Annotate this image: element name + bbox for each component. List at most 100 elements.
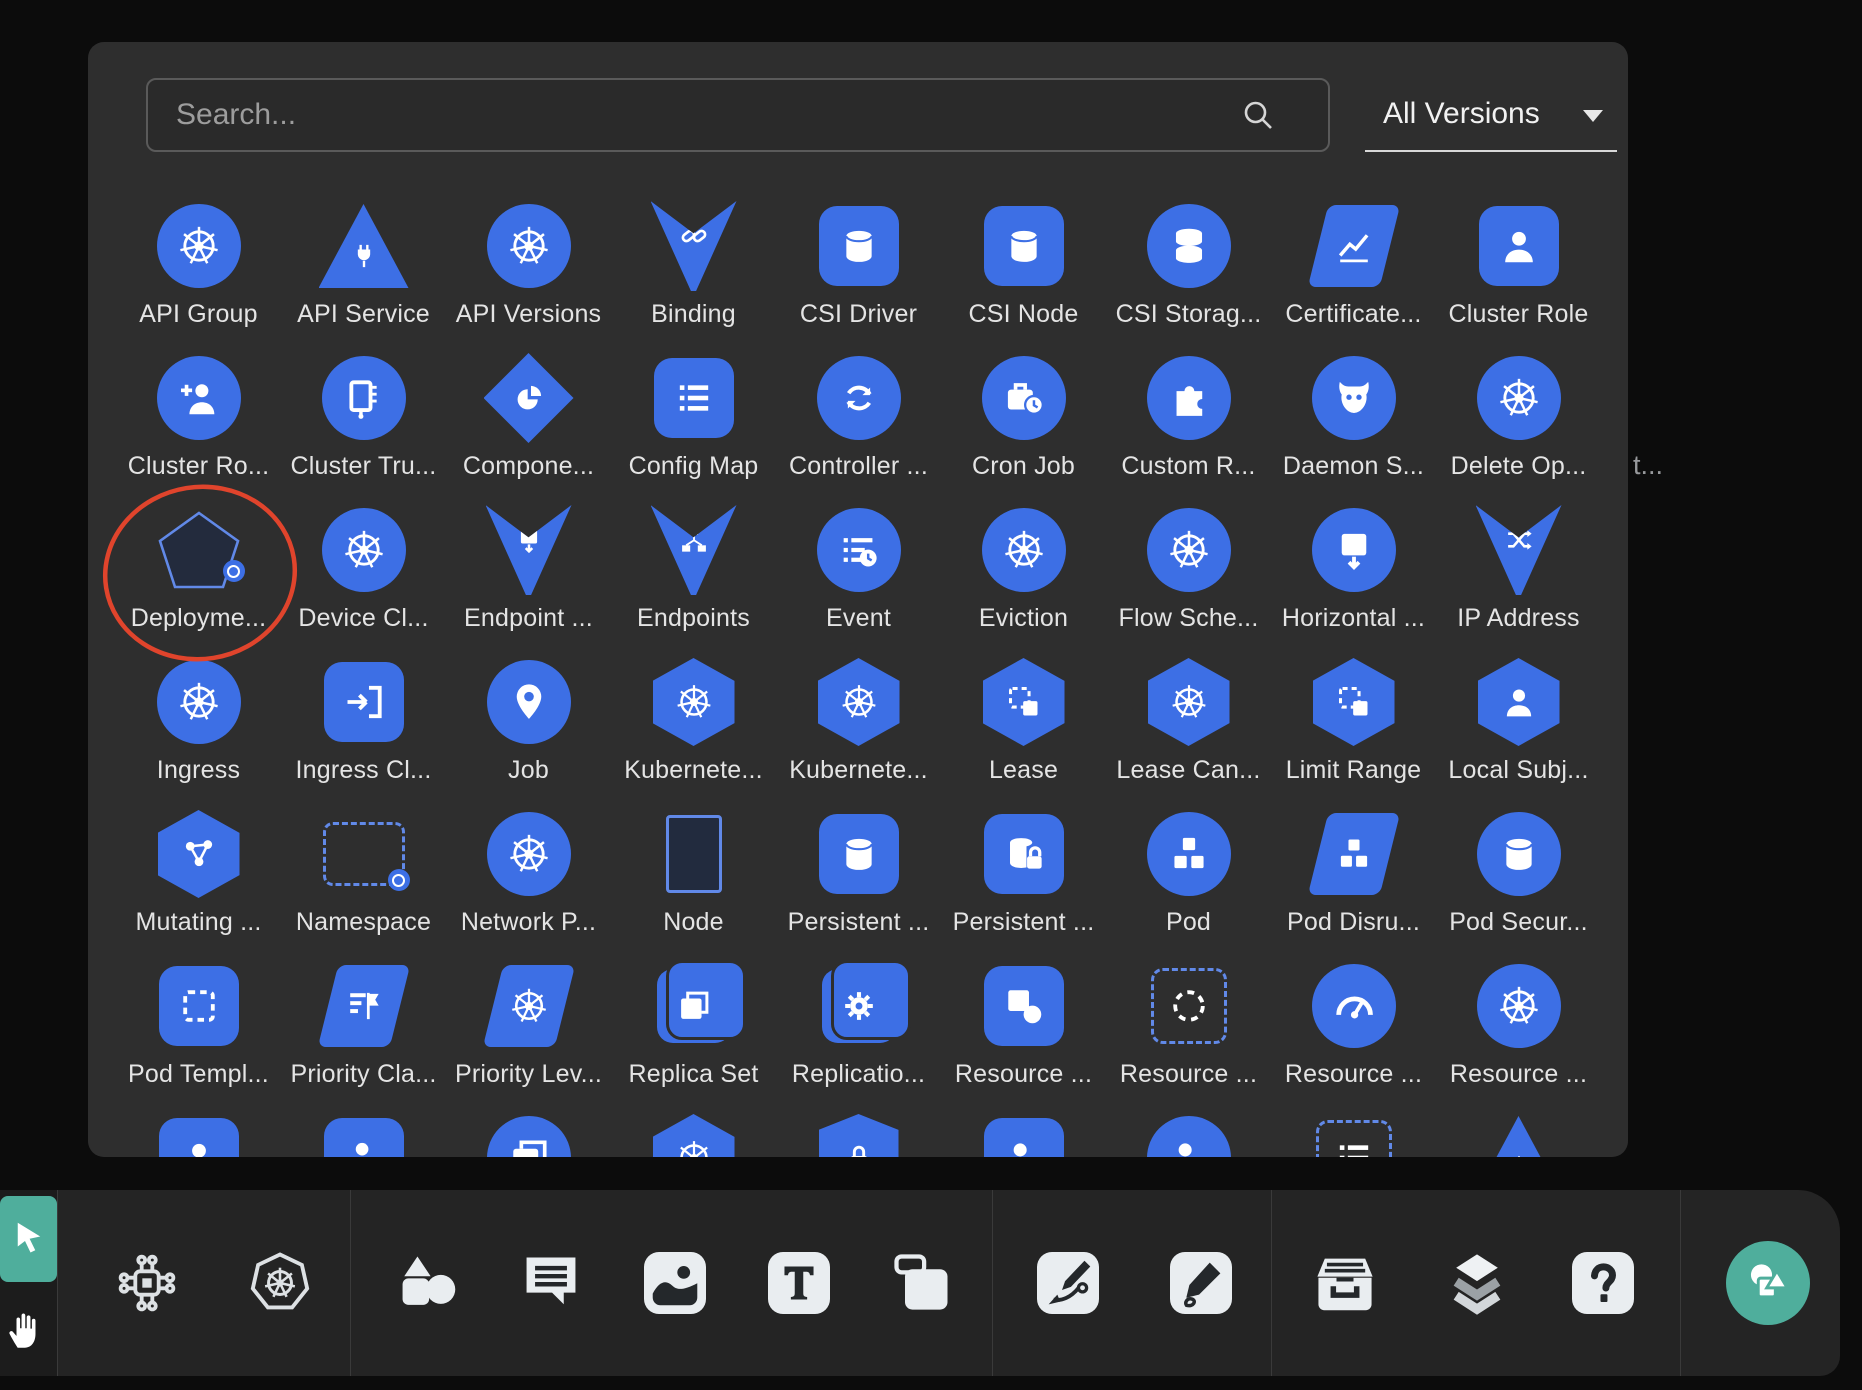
item-iconbox [446, 960, 611, 1052]
library-item[interactable]: Resource ... [941, 960, 1106, 1112]
library-item[interactable]: Cluster Role [1436, 200, 1601, 352]
library-item[interactable]: Job [446, 656, 611, 808]
item-iconbox [776, 504, 941, 596]
library-item[interactable]: Device Cl... [281, 504, 446, 656]
shapes-tool[interactable] [393, 1249, 461, 1317]
item-iconbox [446, 504, 611, 596]
library-item[interactable]: API Service [281, 200, 446, 352]
library-item[interactable]: Resource ... [1436, 960, 1601, 1112]
item-label: Eviction [979, 604, 1068, 633]
library-item[interactable]: Pod Templ... [116, 960, 281, 1112]
library-item[interactable]: Endpoints [611, 504, 776, 656]
library-item[interactable]: Cluster Tru... [281, 352, 446, 504]
library-item[interactable] [116, 1112, 281, 1157]
comment-tool[interactable] [517, 1249, 585, 1317]
library-item[interactable]: Cluster Ro... [116, 352, 281, 504]
library-item[interactable] [1436, 1112, 1601, 1157]
item-label: Mutating ... [135, 908, 261, 937]
library-item[interactable]: Lease [941, 656, 1106, 808]
library-item[interactable] [611, 1112, 776, 1157]
library-item[interactable]: API Group [116, 200, 281, 352]
library-item[interactable]: Ingress [116, 656, 281, 808]
library-item[interactable]: Replicatio... [776, 960, 941, 1112]
lock-icon [819, 1114, 899, 1157]
library-item[interactable]: Replica Set [611, 960, 776, 1112]
library-item[interactable] [281, 1112, 446, 1157]
library-item[interactable] [776, 1112, 941, 1157]
kubernetes-library-tool[interactable] [246, 1249, 314, 1317]
library-item[interactable]: CSI Driver [776, 200, 941, 352]
item-label: CSI Node [969, 300, 1079, 329]
library-item[interactable]: Lease Can... [1106, 656, 1271, 808]
library-item[interactable]: Deployme... [116, 504, 281, 656]
item-iconbox [281, 960, 446, 1052]
library-item[interactable]: Ingress Cl... [281, 656, 446, 808]
library-item[interactable]: Flow Sche... [1106, 504, 1271, 656]
search-input[interactable] [148, 80, 1240, 150]
pods-icon [1307, 813, 1399, 895]
library-item[interactable]: Binding [611, 200, 776, 352]
library-item[interactable]: Persistent ... [776, 808, 941, 960]
library-item[interactable]: API Versions [446, 200, 611, 352]
search-icon[interactable] [1240, 97, 1276, 133]
library-item[interactable]: Eviction [941, 504, 1106, 656]
library-item[interactable]: CSI Storag... [1106, 200, 1271, 352]
shape-library-tool[interactable] [1726, 1241, 1810, 1325]
library-item[interactable]: Endpoint ... [446, 504, 611, 656]
library-item[interactable]: Pod Secur... [1436, 808, 1601, 960]
library-item[interactable]: Persistent ... [941, 808, 1106, 960]
select-tool[interactable] [0, 1196, 57, 1282]
library-item[interactable]: Priority Cla... [281, 960, 446, 1112]
library-item[interactable]: Kubernete... [611, 656, 776, 808]
version-filter-value: All Versions [1383, 97, 1540, 131]
help-tool[interactable] [1572, 1252, 1634, 1314]
item-iconbox [446, 352, 611, 444]
note-tool[interactable] [888, 1249, 956, 1317]
archive-tool[interactable] [1311, 1249, 1379, 1317]
library-item[interactable]: Config Map [611, 352, 776, 504]
text-tool[interactable] [768, 1252, 830, 1314]
library-item[interactable]: Daemon S... [1271, 352, 1436, 504]
item-iconbox [1271, 656, 1436, 748]
image-tool[interactable] [644, 1252, 706, 1314]
layers-tool[interactable] [1443, 1249, 1511, 1317]
library-item[interactable]: Cron Job [941, 352, 1106, 504]
draw-tool[interactable] [1170, 1252, 1232, 1314]
library-item[interactable]: Priority Lev... [446, 960, 611, 1112]
library-item[interactable]: CSI Node [941, 200, 1106, 352]
library-item[interactable]: Mutating ... [116, 808, 281, 960]
wheel-icon [982, 508, 1066, 592]
library-item[interactable]: Pod [1106, 808, 1271, 960]
library-item[interactable]: Custom R... [1106, 352, 1271, 504]
library-item[interactable] [446, 1112, 611, 1157]
personLink-icon [324, 1118, 404, 1157]
library-item[interactable]: Compone... [446, 352, 611, 504]
library-item[interactable]: Controller ... [776, 352, 941, 504]
listClock-icon [817, 508, 901, 592]
library-item[interactable]: Limit Range [1271, 656, 1436, 808]
schema-tool[interactable] [113, 1249, 181, 1317]
bagClock-icon [982, 356, 1066, 440]
library-item[interactable]: Horizontal ... [1271, 504, 1436, 656]
library-item[interactable] [1106, 1112, 1271, 1157]
library-item[interactable]: Network P... [446, 808, 611, 960]
hand-tool[interactable] [2, 1300, 52, 1358]
pencil-icon [1170, 1252, 1232, 1314]
item-label: Cluster Tru... [291, 452, 437, 481]
library-item[interactable]: IP Address [1436, 504, 1601, 656]
library-item[interactable]: Namespace [281, 808, 446, 960]
item-iconbox [1436, 1112, 1601, 1157]
library-item[interactable] [941, 1112, 1106, 1157]
library-item[interactable]: Resource ... [1106, 960, 1271, 1112]
library-item[interactable]: Kubernete... [776, 656, 941, 808]
library-item[interactable]: Node [611, 808, 776, 960]
library-item[interactable]: Certificate... [1271, 200, 1436, 352]
library-item[interactable] [1271, 1112, 1436, 1157]
library-item[interactable]: Delete Op... [1436, 352, 1601, 504]
pen-tool[interactable] [1037, 1252, 1099, 1314]
library-item[interactable]: Event [776, 504, 941, 656]
library-item[interactable]: Pod Disru... [1271, 808, 1436, 960]
library-item[interactable]: Local Subj... [1436, 656, 1601, 808]
version-filter-dropdown[interactable]: All Versions [1365, 78, 1617, 152]
library-item[interactable]: Resource ... [1271, 960, 1436, 1112]
